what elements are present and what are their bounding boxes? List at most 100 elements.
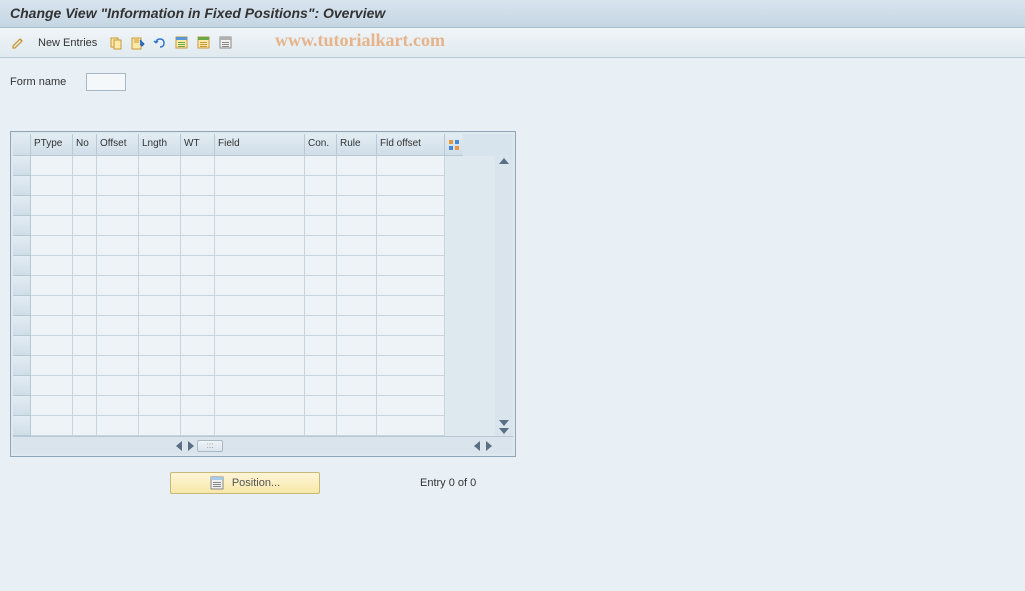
table-cell[interactable] [181, 156, 215, 176]
table-row[interactable] [13, 376, 495, 396]
table-cell[interactable] [31, 356, 73, 376]
table-cell[interactable] [215, 416, 305, 436]
table-row[interactable] [13, 416, 495, 436]
table-cell[interactable] [305, 216, 337, 236]
table-cell[interactable] [31, 196, 73, 216]
row-selector[interactable] [13, 296, 31, 316]
table-row[interactable] [13, 156, 495, 176]
table-cell[interactable] [73, 356, 97, 376]
table-cell[interactable] [73, 316, 97, 336]
column-header-wt[interactable]: WT [181, 134, 215, 156]
table-cell[interactable] [73, 376, 97, 396]
table-row[interactable] [13, 216, 495, 236]
table-cell[interactable] [305, 376, 337, 396]
table-row[interactable] [13, 336, 495, 356]
table-cell[interactable] [73, 396, 97, 416]
table-cell[interactable] [97, 156, 139, 176]
table-cell[interactable] [337, 316, 377, 336]
table-cell[interactable] [31, 276, 73, 296]
table-cell[interactable] [97, 236, 139, 256]
table-cell[interactable] [97, 396, 139, 416]
table-cell[interactable] [181, 396, 215, 416]
table-cell[interactable] [337, 236, 377, 256]
table-cell[interactable] [215, 176, 305, 196]
table-cell[interactable] [377, 296, 445, 316]
table-cell[interactable] [215, 356, 305, 376]
column-header-no[interactable]: No [73, 134, 97, 156]
table-cell[interactable] [337, 376, 377, 396]
table-cell[interactable] [181, 236, 215, 256]
column-header-fldoffset[interactable]: Fld offset [377, 134, 445, 156]
form-name-input[interactable] [86, 73, 126, 91]
column-header-offset[interactable]: Offset [97, 134, 139, 156]
table-cell[interactable] [377, 416, 445, 436]
table-cell[interactable] [139, 356, 181, 376]
table-cell[interactable] [73, 156, 97, 176]
table-cell[interactable] [139, 296, 181, 316]
deselect-all-icon[interactable] [217, 34, 235, 52]
table-row[interactable] [13, 176, 495, 196]
table-row[interactable] [13, 256, 495, 276]
table-cell[interactable] [139, 196, 181, 216]
table-row[interactable] [13, 396, 495, 416]
table-cell[interactable] [31, 316, 73, 336]
table-cell[interactable] [97, 196, 139, 216]
table-cell[interactable] [31, 236, 73, 256]
table-cell[interactable] [73, 296, 97, 316]
table-cell[interactable] [215, 216, 305, 236]
table-cell[interactable] [181, 356, 215, 376]
undo-icon[interactable] [151, 34, 169, 52]
table-cell[interactable] [31, 376, 73, 396]
table-cell[interactable] [305, 196, 337, 216]
table-row[interactable] [13, 356, 495, 376]
table-cell[interactable] [377, 336, 445, 356]
table-row[interactable] [13, 276, 495, 296]
table-cell[interactable] [305, 236, 337, 256]
table-config-icon[interactable] [445, 134, 463, 156]
table-cell[interactable] [139, 336, 181, 356]
table-cell[interactable] [337, 176, 377, 196]
table-cell[interactable] [139, 376, 181, 396]
table-cell[interactable] [181, 176, 215, 196]
scroll-down-end-icon[interactable] [499, 428, 509, 434]
table-cell[interactable] [139, 176, 181, 196]
table-cell[interactable] [181, 376, 215, 396]
row-selector[interactable] [13, 376, 31, 396]
row-selector[interactable] [13, 316, 31, 336]
table-cell[interactable] [97, 336, 139, 356]
row-selector[interactable] [13, 176, 31, 196]
scroll-left-icon[interactable] [176, 441, 182, 451]
table-cell[interactable] [139, 316, 181, 336]
row-selector[interactable] [13, 236, 31, 256]
row-selector[interactable] [13, 276, 31, 296]
table-cell[interactable] [31, 336, 73, 356]
select-block-icon[interactable] [195, 34, 213, 52]
scroll-right-icon[interactable] [188, 441, 194, 451]
table-cell[interactable] [181, 316, 215, 336]
table-cell[interactable] [377, 216, 445, 236]
row-selector[interactable] [13, 216, 31, 236]
row-selector[interactable] [13, 336, 31, 356]
table-cell[interactable] [337, 296, 377, 316]
table-cell[interactable] [97, 376, 139, 396]
table-cell[interactable] [73, 196, 97, 216]
table-cell[interactable] [31, 156, 73, 176]
column-header-lngth[interactable]: Lngth [139, 134, 181, 156]
table-cell[interactable] [215, 276, 305, 296]
position-button[interactable]: Position... [170, 472, 320, 494]
table-cell[interactable] [31, 296, 73, 316]
table-cell[interactable] [139, 416, 181, 436]
table-cell[interactable] [97, 216, 139, 236]
row-selector-header[interactable] [13, 134, 31, 156]
horizontal-scrollbar[interactable]: ::: [13, 436, 513, 454]
table-cell[interactable] [181, 416, 215, 436]
table-cell[interactable] [337, 216, 377, 236]
table-cell[interactable] [377, 256, 445, 276]
column-header-field[interactable]: Field [215, 134, 305, 156]
scroll-up-icon[interactable] [499, 158, 509, 164]
table-cell[interactable] [305, 356, 337, 376]
table-cell[interactable] [181, 196, 215, 216]
table-cell[interactable] [377, 396, 445, 416]
table-cell[interactable] [337, 196, 377, 216]
table-cell[interactable] [31, 256, 73, 276]
